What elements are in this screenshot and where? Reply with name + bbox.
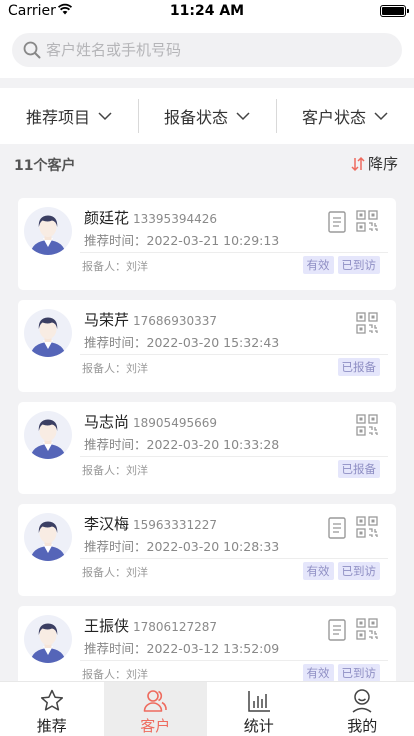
customer-card[interactable]: 马志尚 18905495669 推荐时间：2022-03-20 10:33:28 … — [18, 402, 396, 494]
status-badges: 有效 已到访 — [299, 256, 380, 274]
tab-recommend[interactable]: 推荐 — [0, 682, 104, 736]
qr-code-icon[interactable] — [356, 210, 378, 232]
status-badge: 有效 — [302, 664, 334, 682]
avatar — [24, 411, 72, 459]
filter-project[interactable]: 推荐项目 — [0, 88, 138, 144]
status-badge: 有效 — [302, 562, 334, 580]
reporter: 报备人：刘洋 — [82, 362, 148, 375]
divider — [80, 660, 388, 661]
document-icon[interactable] — [328, 517, 346, 539]
customer-name-row: 李汉梅 15963331227 — [84, 513, 217, 534]
avatar — [24, 615, 72, 663]
tab-customers-label: 客户 — [140, 717, 171, 735]
status-badge: 有效 — [302, 256, 334, 274]
status-badge: 已到访 — [337, 256, 380, 274]
document-icon[interactable] — [328, 619, 346, 641]
customer-name: 李汉梅 — [84, 515, 130, 533]
chevron-down-icon — [98, 112, 112, 121]
filter-bar: 推荐项目 报备状态 客户状态 — [0, 88, 414, 144]
customer-phone[interactable]: 17806127287 — [133, 620, 217, 634]
search-input[interactable] — [46, 33, 386, 67]
recommend-time: 推荐时间：2022-03-20 10:33:28 — [84, 437, 280, 452]
users-icon — [143, 690, 168, 712]
divider — [80, 252, 388, 253]
qr-code-icon[interactable] — [356, 414, 378, 436]
search-bar — [0, 24, 414, 78]
bar-chart-icon — [248, 691, 270, 712]
customer-card[interactable]: 马荣芹 17686930337 推荐时间：2022-03-20 15:32:43 … — [18, 300, 396, 392]
sort-button[interactable]: 降序 — [351, 153, 398, 174]
chevron-down-icon — [236, 112, 250, 121]
customer-card[interactable]: 颜廷花 13395394426 推荐时间：2022-03-21 10:29:13 … — [18, 198, 396, 290]
reporter: 报备人：刘洋 — [82, 566, 148, 579]
status-badges: 有效 已到访 — [299, 664, 380, 682]
customer-name: 颜廷花 — [84, 209, 130, 227]
battery-icon — [380, 5, 409, 17]
list-summary: 11个客户 降序 — [0, 144, 414, 184]
status-bar: Carrier 11:24 AM — [0, 0, 414, 24]
customer-name: 王振侠 — [84, 617, 130, 635]
recommend-time: 推荐时间：2022-03-20 10:28:33 — [84, 539, 280, 554]
customer-name: 马志尚 — [84, 413, 130, 431]
recommend-time: 推荐时间：2022-03-20 15:32:43 — [84, 335, 280, 350]
sort-arrows-icon — [351, 156, 365, 171]
tab-statistics[interactable]: 统计 — [207, 682, 311, 736]
filter-customer-status-label: 客户状态 — [301, 108, 366, 127]
filter-project-label: 推荐项目 — [25, 108, 90, 127]
customer-name-row: 马荣芹 17686930337 — [84, 309, 217, 330]
status-badge: 已到访 — [337, 664, 380, 682]
customer-name-row: 颜廷花 13395394426 — [84, 207, 217, 228]
filter-customer-status[interactable]: 客户状态 — [276, 88, 414, 144]
avatar — [24, 207, 72, 255]
reporter: 报备人：刘洋 — [82, 260, 148, 273]
tab-mine[interactable]: 我的 — [311, 682, 414, 736]
clock: 11:24 AM — [169, 3, 245, 19]
tab-mine-label: 我的 — [347, 717, 378, 735]
customer-phone[interactable]: 13395394426 — [133, 212, 217, 226]
customer-phone[interactable]: 15963331227 — [133, 518, 217, 532]
tab-recommend-label: 推荐 — [36, 717, 67, 735]
status-badge: 已报备 — [337, 358, 380, 376]
divider — [80, 354, 388, 355]
qr-code-icon[interactable] — [356, 312, 378, 334]
filter-report-status-label: 报备状态 — [163, 108, 228, 127]
divider — [80, 456, 388, 457]
chevron-down-icon — [374, 112, 388, 121]
divider — [80, 558, 388, 559]
status-badge: 已报备 — [337, 460, 380, 478]
search-box[interactable] — [12, 33, 402, 67]
status-badges: 已报备 — [334, 358, 380, 376]
avatar — [24, 513, 72, 561]
reporter: 报备人：刘洋 — [82, 464, 148, 477]
qr-code-icon[interactable] — [356, 516, 378, 538]
status-badges: 已报备 — [334, 460, 380, 478]
star-icon — [40, 689, 63, 711]
recommend-time: 推荐时间：2022-03-21 10:29:13 — [84, 233, 280, 248]
tab-customers[interactable]: 客户 — [103, 682, 207, 736]
sort-label: 降序 — [367, 155, 398, 173]
qr-code-icon[interactable] — [356, 618, 378, 640]
customer-phone[interactable]: 17686930337 — [133, 314, 217, 328]
reporter: 报备人：刘洋 — [82, 668, 148, 681]
recommend-time: 推荐时间：2022-03-12 13:52:09 — [84, 641, 280, 656]
avatar — [24, 309, 72, 357]
customer-name-row: 马志尚 18905495669 — [84, 411, 217, 432]
filter-report-status[interactable]: 报备状态 — [138, 88, 276, 144]
tab-bar: 推荐 客户 统计 我的 — [0, 681, 414, 736]
document-icon[interactable] — [328, 211, 346, 233]
user-icon — [352, 689, 372, 713]
status-badges: 有效 已到访 — [299, 562, 380, 580]
customer-name: 马荣芹 — [84, 311, 130, 329]
customer-name-row: 王振侠 17806127287 — [84, 615, 217, 636]
customer-count: 11个客户 — [14, 158, 76, 174]
tab-statistics-label: 统计 — [243, 717, 274, 735]
status-badge: 已到访 — [337, 562, 380, 580]
customer-list: 颜廷花 13395394426 推荐时间：2022-03-21 10:29:13 … — [18, 198, 396, 708]
customer-card[interactable]: 李汉梅 15963331227 推荐时间：2022-03-20 10:28:33 … — [18, 504, 396, 596]
customer-phone[interactable]: 18905495669 — [133, 416, 217, 430]
search-icon — [23, 41, 41, 59]
